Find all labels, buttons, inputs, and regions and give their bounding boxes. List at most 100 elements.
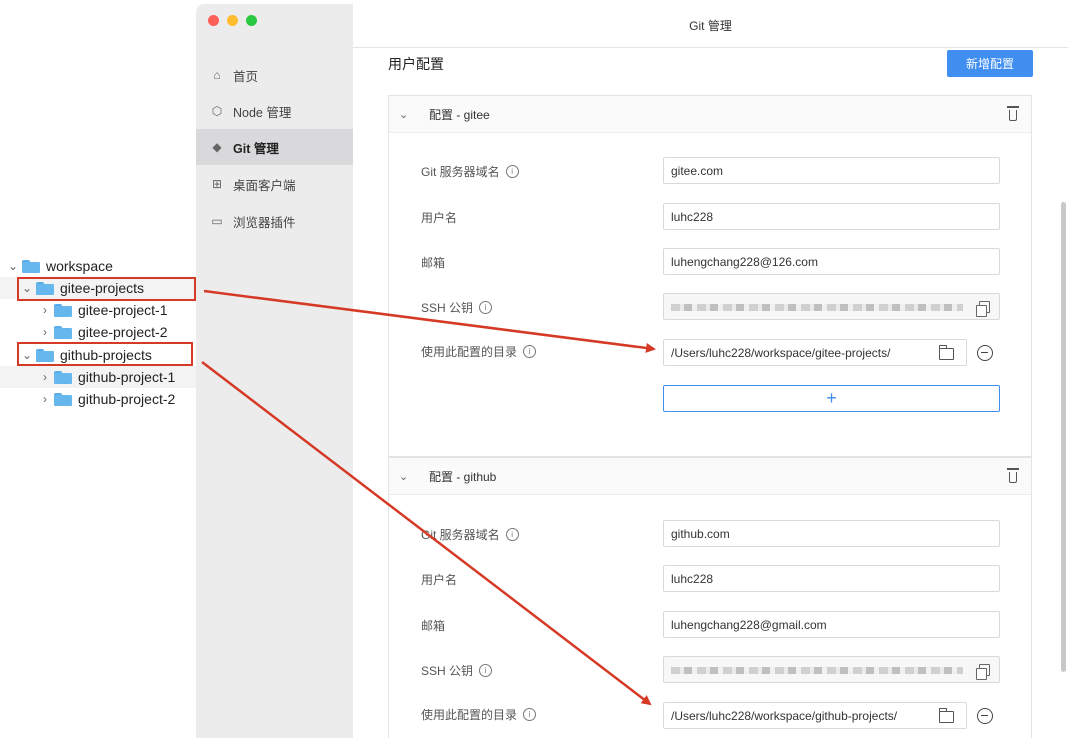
directory-field[interactable]: /Users/luhc228/workspace/gitee-projects/ [663,339,967,366]
chevron-right-icon[interactable]: › [38,392,52,406]
username-label: 用户名 [421,209,457,226]
label-text: 使用此配置的目录 [421,343,517,360]
panel-title: 配置 - gitee [429,106,490,123]
domain-label: Git 服务器域名 i [421,163,519,180]
email-label: 邮箱 [421,254,445,271]
username-field[interactable]: luhc228 [663,203,1000,230]
chevron-down-icon[interactable]: ⌄ [399,470,413,483]
domain-label: Git 服务器域名 i [421,526,519,543]
tree-item-label: workspace [46,258,113,274]
ssh-key-label: SSH 公钥 i [421,299,492,316]
email-field[interactable]: luhengchang228@126.com [663,248,1000,275]
ssh-key-field [663,293,1000,320]
sidebar-item-browser-plugin[interactable]: ▭ 浏览器插件 [196,203,353,239]
config-panel-github: ⌄ 配置 - github Git 服务器域名i github.com 用户名 … [388,457,1032,738]
chevron-right-icon[interactable]: › [38,325,52,339]
remove-directory-icon[interactable] [977,345,993,361]
directory-label: 使用此配置的目录 i [421,343,536,360]
sidebar-item-git[interactable]: ◆ Git 管理 [196,129,353,165]
folder-icon [54,304,72,317]
annotation-box-github [17,342,193,366]
git-icon: ◆ [210,140,224,154]
info-icon[interactable]: i [523,708,536,721]
tree-item-label: github-project-1 [78,369,175,385]
trash-icon[interactable] [1006,106,1020,122]
email-field[interactable]: luhengchang228@gmail.com [663,611,1000,638]
sidebar-item-label: Git 管理 [233,138,279,157]
chevron-right-icon[interactable]: › [38,370,52,384]
domain-field[interactable]: gitee.com [663,157,1000,184]
section-title: 用户配置 [388,54,444,74]
label-text: Git 服务器域名 [421,526,500,543]
tree-item-github-project-1[interactable]: › github-project-1 [0,366,200,388]
info-icon[interactable]: i [479,664,492,677]
panel-title: 配置 - github [429,468,496,485]
remove-directory-icon[interactable] [977,708,993,724]
sidebar-item-label: 首页 [233,66,258,85]
label-text: SSH 公钥 [421,299,473,316]
username-label: 用户名 [421,571,457,588]
folder-open-icon[interactable] [939,711,954,723]
add-directory-button[interactable]: + [663,385,1000,412]
sidebar-item-home[interactable]: ⌂ 首页 [196,57,353,93]
username-field[interactable]: luhc228 [663,565,1000,592]
info-icon[interactable]: i [506,165,519,178]
tree-item-gitee-project-1[interactable]: › gitee-project-1 [38,299,168,321]
label-text: 使用此配置的目录 [421,706,517,723]
folder-icon [54,326,72,339]
info-icon[interactable]: i [506,528,519,541]
folder-icon [54,393,72,406]
sidebar-item-node[interactable]: ⬡ Node 管理 [196,93,353,129]
copy-icon[interactable] [979,301,990,313]
info-icon[interactable]: i [523,345,536,358]
window-title: Git 管理 [353,4,1068,48]
domain-field[interactable]: github.com [663,520,1000,547]
label-text: SSH 公钥 [421,662,473,679]
copy-icon[interactable] [979,664,990,676]
browser-icon: ▭ [210,214,224,228]
sidebar-item-label: 浏览器插件 [233,212,296,231]
sidebar-item-desktop-client[interactable]: ⊞ 桌面客户端 [196,166,353,202]
sidebar: ⌂ 首页 ⬡ Node 管理 ◆ Git 管理 ⊞ 桌面客户端 ▭ 浏览器插件 [196,4,353,738]
add-config-button[interactable]: 新增配置 [947,50,1033,77]
config-panel-gitee: ⌄ 配置 - gitee Git 服务器域名 i gitee.com 用户名 lu… [388,95,1032,457]
info-icon[interactable]: i [479,301,492,314]
tree-item-label: github-project-2 [78,391,175,407]
directory-label: 使用此配置的目录 i [421,706,536,723]
folder-icon [22,260,40,273]
email-label: 邮箱 [421,617,445,634]
app-window: ⌂ 首页 ⬡ Node 管理 ◆ Git 管理 ⊞ 桌面客户端 ▭ 浏览器插件 … [196,4,1068,738]
grid-icon: ⊞ [210,177,224,191]
blurred-key [671,667,963,674]
directory-value: /Users/luhc228/workspace/github-projects… [671,709,897,723]
tree-item-workspace[interactable]: ⌄ workspace [6,255,113,277]
sidebar-item-label: Node 管理 [233,102,291,121]
scrollbar[interactable] [1061,202,1066,672]
label-text: Git 服务器域名 [421,163,500,180]
directory-value: /Users/luhc228/workspace/gitee-projects/ [671,346,890,360]
chevron-right-icon[interactable]: › [38,303,52,317]
panel-header[interactable]: ⌄ 配置 - github [389,458,1031,495]
ssh-key-label: SSH 公钥 i [421,662,492,679]
minimize-window-button[interactable] [227,15,238,26]
tree-item-label: gitee-project-2 [78,324,168,340]
close-window-button[interactable] [208,15,219,26]
directory-field[interactable]: /Users/luhc228/workspace/github-projects… [663,702,967,729]
blurred-key [671,304,963,311]
node-icon: ⬡ [210,104,224,118]
chevron-down-icon[interactable]: ⌄ [6,259,20,273]
home-icon: ⌂ [210,68,224,82]
ssh-key-field [663,656,1000,683]
folder-open-icon[interactable] [939,348,954,360]
zoom-window-button[interactable] [246,15,257,26]
tree-item-gitee-project-2[interactable]: › gitee-project-2 [38,321,168,343]
sidebar-item-label: 桌面客户端 [233,175,296,194]
tree-item-label: gitee-project-1 [78,302,168,318]
panel-header[interactable]: ⌄ 配置 - gitee [389,96,1031,133]
chevron-down-icon[interactable]: ⌄ [399,108,413,121]
trash-icon[interactable] [1006,468,1020,484]
folder-icon [54,371,72,384]
annotation-box-gitee [17,277,196,301]
window-controls [208,15,257,26]
tree-item-github-project-2[interactable]: › github-project-2 [38,388,175,410]
